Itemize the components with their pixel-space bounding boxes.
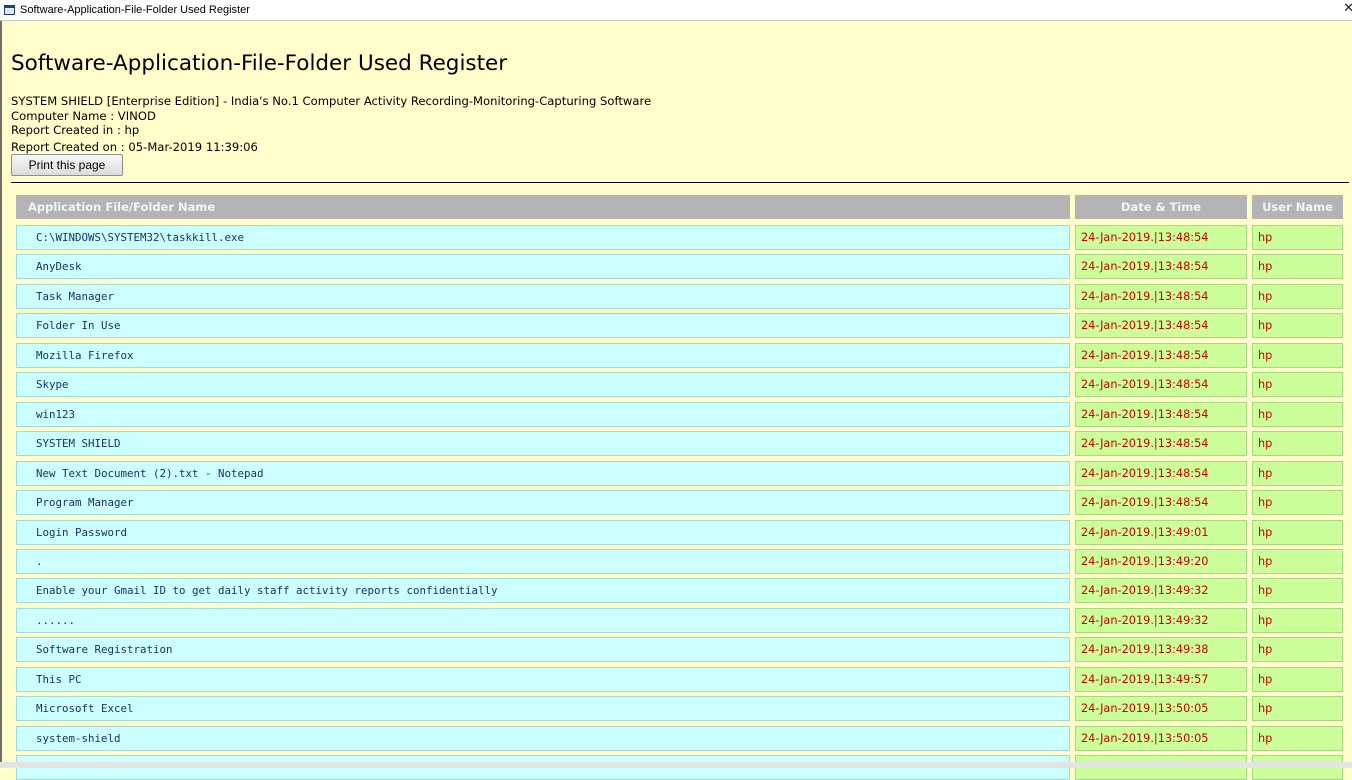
user-name-cell: hp	[1252, 578, 1343, 603]
table-row: Task Manager 24-Jan-2019.|13:48:54 hp	[0, 284, 1352, 309]
app-name-cell: Microsoft Excel	[16, 696, 1070, 721]
datetime-cell: 24-Jan-2019.|13:48:54	[1075, 490, 1247, 515]
user-name-cell: hp	[1252, 520, 1343, 545]
app-name-cell: SYSTEM SHIELD	[16, 431, 1070, 456]
datetime-cell: 24-Jan-2019.|13:49:01	[1075, 520, 1247, 545]
app-name-cell: Skype	[16, 372, 1070, 397]
app-name-cell: New Text Document (2).txt - Notepad	[16, 461, 1070, 486]
table-row: Mozilla Firefox 24-Jan-2019.|13:48:54 hp	[0, 343, 1352, 368]
user-name-cell: hp	[1252, 343, 1343, 368]
datetime-cell: 24-Jan-2019.|13:49:20	[1075, 549, 1247, 574]
app-name-cell: Mozilla Firefox	[16, 343, 1070, 368]
close-icon[interactable]: ✕	[1343, 1, 1352, 16]
window-title: Software-Application-File-Folder Used Re…	[20, 4, 250, 16]
column-header-datetime: Date & Time	[1075, 195, 1247, 219]
user-name-cell: hp	[1252, 284, 1343, 309]
datetime-cell: 24-Jan-2019.|13:49:38	[1075, 637, 1247, 662]
table-row: . 24-Jan-2019.|13:49:20 hp	[0, 549, 1352, 574]
app-name-cell: system-shield	[16, 726, 1070, 751]
app-window-icon	[4, 5, 15, 15]
table-row: Folder In Use 24-Jan-2019.|13:48:54 hp	[0, 313, 1352, 338]
table-row: This PC 24-Jan-2019.|13:49:57 hp	[0, 667, 1352, 692]
datetime-cell: 24-Jan-2019.|13:48:54	[1075, 225, 1247, 250]
table-row: AnyDesk 24-Jan-2019.|13:48:54 hp	[0, 254, 1352, 279]
datetime-cell: 24-Jan-2019.|13:48:54	[1075, 343, 1247, 368]
table-row: Login Password 24-Jan-2019.|13:49:01 hp	[0, 520, 1352, 545]
product-line: SYSTEM SHIELD [Enterprise Edition] - Ind…	[11, 94, 652, 108]
table-row: Software Registration 24-Jan-2019.|13:49:…	[0, 637, 1352, 662]
app-name-cell: .	[16, 549, 1070, 574]
user-name-cell: hp	[1252, 254, 1343, 279]
user-name-cell: hp	[1252, 696, 1343, 721]
user-name-cell: hp	[1252, 431, 1343, 456]
user-name-cell: hp	[1252, 313, 1343, 338]
app-name-cell: win123	[16, 402, 1070, 427]
app-name-cell: Task Manager	[16, 284, 1070, 309]
app-name-cell: C:\WINDOWS\SYSTEM32\taskkill.exe	[16, 225, 1070, 250]
datetime-cell: 24-Jan-2019.|13:49:32	[1075, 608, 1247, 633]
report-created-on: Report Created on : 05-Mar-2019 11:39:06	[11, 140, 258, 154]
table-row: C:\WINDOWS\SYSTEM32\taskkill.exe 24-Jan-2…	[0, 225, 1352, 250]
column-header-name: Application File/Folder Name	[16, 195, 1070, 219]
app-name-cell: Enable your Gmail ID to get daily staff …	[16, 578, 1070, 603]
app-name-cell: AnyDesk	[16, 254, 1070, 279]
table-row: win123 24-Jan-2019.|13:48:54 hp	[0, 402, 1352, 427]
datetime-cell: 24-Jan-2019.|13:50:05	[1075, 696, 1247, 721]
table-row: Program Manager 24-Jan-2019.|13:48:54 hp	[0, 490, 1352, 515]
table-row: New Text Document (2).txt - Notepad 24-Ja…	[0, 461, 1352, 486]
window-titlebar: Software-Application-File-Folder Used Re…	[0, 0, 1352, 21]
table-row: Skype 24-Jan-2019.|13:48:54 hp	[0, 372, 1352, 397]
print-page-button[interactable]: Print this page	[11, 154, 123, 176]
report-created-in: Report Created in : hp	[11, 123, 140, 137]
user-name-cell: hp	[1252, 667, 1343, 692]
user-name-cell: hp	[1252, 402, 1343, 427]
user-name-cell: hp	[1252, 637, 1343, 662]
app-name-cell: Login Password	[16, 520, 1070, 545]
datetime-cell: 24-Jan-2019.|13:48:54	[1075, 461, 1247, 486]
datetime-cell: 24-Jan-2019.|13:48:54	[1075, 254, 1247, 279]
app-name-cell: Software Registration	[16, 637, 1070, 662]
datetime-cell: 24-Jan-2019.|13:48:54	[1075, 402, 1247, 427]
datetime-cell: 24-Jan-2019.|13:50:05	[1075, 726, 1247, 751]
app-name-cell: ......	[16, 608, 1070, 633]
user-name-cell: hp	[1252, 549, 1343, 574]
horizontal-scrollbar[interactable]	[0, 762, 1352, 768]
column-header-user: User Name	[1252, 195, 1343, 219]
datetime-cell: 24-Jan-2019.|13:48:54	[1075, 431, 1247, 456]
table-row: system-shield 24-Jan-2019.|13:50:05 hp	[0, 726, 1352, 751]
user-name-cell: hp	[1252, 461, 1343, 486]
report-page: Software-Application-File-Folder Used Re…	[0, 21, 1352, 780]
table-row: ...... 24-Jan-2019.|13:49:32 hp	[0, 608, 1352, 633]
user-name-cell: hp	[1252, 726, 1343, 751]
datetime-cell: 24-Jan-2019.|13:48:54	[1075, 284, 1247, 309]
app-name-cell: Folder In Use	[16, 313, 1070, 338]
user-name-cell: hp	[1252, 608, 1343, 633]
datetime-cell: 24-Jan-2019.|13:48:54	[1075, 313, 1247, 338]
datetime-cell: 24-Jan-2019.|13:49:32	[1075, 578, 1247, 603]
app-name-cell: This PC	[16, 667, 1070, 692]
app-name-cell: Program Manager	[16, 490, 1070, 515]
computer-name: Computer Name : VINOD	[11, 109, 156, 123]
user-name-cell: hp	[1252, 490, 1343, 515]
datetime-cell: 24-Jan-2019.|13:49:57	[1075, 667, 1247, 692]
page-title: Software-Application-File-Folder Used Re…	[11, 51, 508, 76]
datetime-cell: 24-Jan-2019.|13:48:54	[1075, 372, 1247, 397]
table-row: Microsoft Excel 24-Jan-2019.|13:50:05 hp	[0, 696, 1352, 721]
user-name-cell: hp	[1252, 225, 1343, 250]
user-name-cell: hp	[1252, 372, 1343, 397]
table-row: Enable your Gmail ID to get daily staff …	[0, 578, 1352, 603]
header-divider	[11, 182, 1349, 183]
table-row: SYSTEM SHIELD 24-Jan-2019.|13:48:54 hp	[0, 431, 1352, 456]
